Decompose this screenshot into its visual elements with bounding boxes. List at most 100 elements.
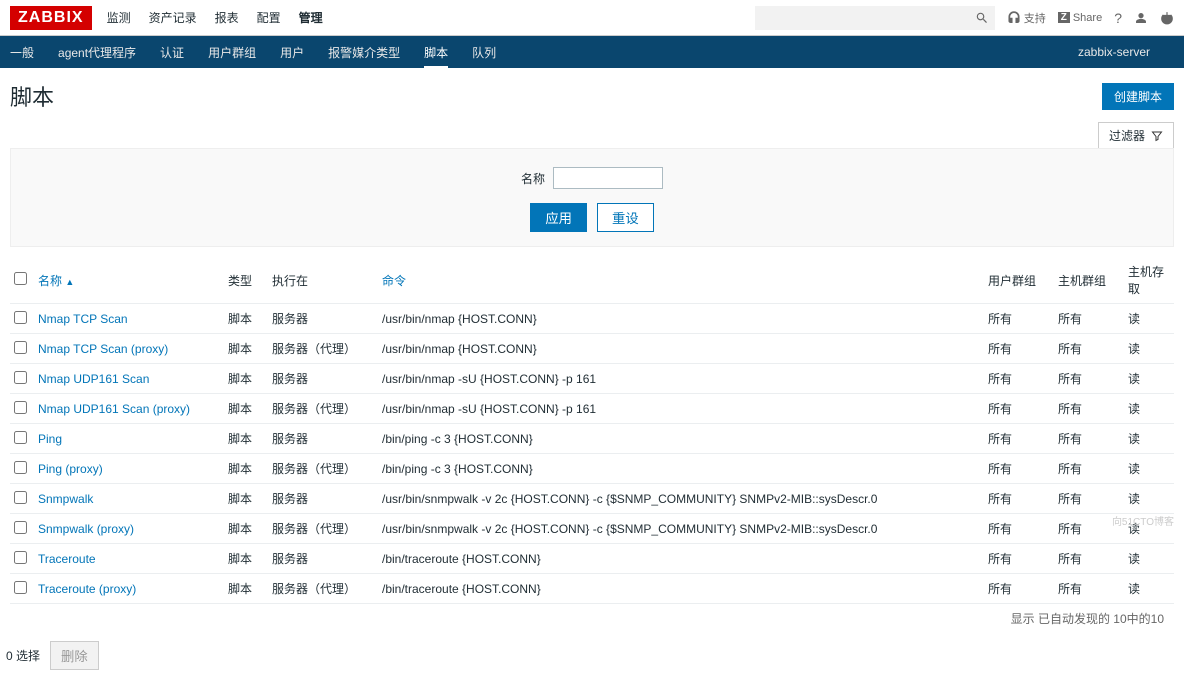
select-all-checkbox[interactable]	[14, 272, 27, 285]
table-row: Ping (proxy)脚本服务器（代理）/bin/ping -c 3 {HOS…	[10, 454, 1174, 484]
top-bar: ZABBIX 监测 资产记录 报表 配置 管理 支持 Z Share ?	[0, 0, 1184, 36]
filter-buttons: 应用 重设	[11, 203, 1173, 232]
main-nav-item[interactable]: 资产记录	[149, 9, 197, 26]
search-input[interactable]	[761, 11, 975, 25]
sort-asc-icon: ▲	[65, 277, 74, 287]
row-checkbox[interactable]	[14, 371, 27, 384]
watermark: 向51CTO博客	[1112, 513, 1174, 528]
delete-button[interactable]: 删除	[50, 641, 99, 670]
cell-hostgroup: 所有	[1054, 364, 1124, 394]
logout-link[interactable]	[1160, 11, 1174, 25]
create-script-button[interactable]: 创建脚本	[1102, 83, 1174, 110]
script-name-link[interactable]: Traceroute (proxy)	[38, 582, 136, 596]
reset-button[interactable]: 重设	[597, 203, 654, 232]
sub-nav-item[interactable]: 用户	[280, 36, 304, 69]
cell-type: 脚本	[224, 424, 268, 454]
cell-type: 脚本	[224, 394, 268, 424]
support-label: 支持	[1024, 10, 1046, 26]
row-checkbox[interactable]	[14, 431, 27, 444]
support-link[interactable]: 支持	[1007, 10, 1046, 26]
cell-usergroup: 所有	[984, 334, 1054, 364]
cell-cmd: /usr/bin/nmap -sU {HOST.CONN} -p 161	[378, 364, 984, 394]
help-link[interactable]: ?	[1114, 10, 1122, 26]
main-nav-item[interactable]: 监测	[107, 9, 131, 26]
cell-usergroup: 所有	[984, 544, 1054, 574]
sub-nav-item[interactable]: 报警媒介类型	[328, 36, 400, 69]
filter-icon	[1151, 130, 1163, 142]
cell-exec: 服务器（代理）	[268, 394, 378, 424]
cell-usergroup: 所有	[984, 514, 1054, 544]
selected-count: 0 选择	[6, 647, 40, 664]
cell-hostaccess: 读	[1124, 364, 1174, 394]
scripts-table-wrap: 名称 ▲ 类型 执行在 命令 用户群组 主机群组 主机存取 Nmap TCP S…	[0, 257, 1184, 633]
brand-logo[interactable]: ZABBIX	[10, 6, 92, 30]
row-checkbox[interactable]	[14, 311, 27, 324]
row-checkbox[interactable]	[14, 581, 27, 594]
cell-usergroup: 所有	[984, 304, 1054, 334]
apply-button[interactable]: 应用	[530, 203, 587, 232]
script-name-link[interactable]: Nmap UDP161 Scan (proxy)	[38, 402, 190, 416]
main-nav-item[interactable]: 管理	[299, 9, 323, 26]
script-name-link[interactable]: Ping (proxy)	[38, 462, 103, 476]
sub-nav-item[interactable]: 认证	[160, 36, 184, 69]
cell-hostaccess: 读	[1124, 424, 1174, 454]
scripts-table: 名称 ▲ 类型 执行在 命令 用户群组 主机群组 主机存取 Nmap TCP S…	[10, 257, 1174, 604]
table-row: Snmpwalk脚本服务器/usr/bin/snmpwalk -v 2c {HO…	[10, 484, 1174, 514]
cell-hostgroup: 所有	[1054, 304, 1124, 334]
cell-usergroup: 所有	[984, 574, 1054, 604]
cell-hostaccess: 读	[1124, 334, 1174, 364]
headset-icon	[1007, 11, 1021, 25]
cell-exec: 服务器（代理）	[268, 454, 378, 484]
filter-tab[interactable]: 过滤器	[1098, 122, 1174, 148]
table-row: Nmap UDP161 Scan (proxy) 脚本服务器（代理）/usr/bi…	[10, 394, 1174, 424]
script-name-link[interactable]: Snmpwalk	[38, 492, 93, 506]
table-row: Nmap UDP161 Scan脚本服务器/usr/bin/nmap -sU {…	[10, 364, 1174, 394]
main-nav-item[interactable]: 报表	[215, 9, 239, 26]
table-row: Nmap TCP Scan脚本服务器/usr/bin/nmap {HOST.CO…	[10, 304, 1174, 334]
topbar-right: 支持 Z Share ?	[755, 6, 1174, 30]
col-cmd-header[interactable]: 命令	[382, 274, 406, 288]
row-checkbox[interactable]	[14, 401, 27, 414]
global-search[interactable]	[755, 6, 995, 30]
cell-cmd: /usr/bin/nmap -sU {HOST.CONN} -p 161	[378, 394, 984, 424]
cell-hostgroup: 所有	[1054, 454, 1124, 484]
cell-exec: 服务器（代理）	[268, 514, 378, 544]
cell-exec: 服务器	[268, 364, 378, 394]
sub-nav-item[interactable]: 用户群组	[208, 36, 256, 69]
main-nav-item[interactable]: 配置	[257, 9, 281, 26]
row-checkbox[interactable]	[14, 461, 27, 474]
script-name-link[interactable]: Nmap UDP161 Scan	[38, 372, 149, 386]
z-icon: Z	[1058, 12, 1070, 23]
cell-hostaccess: 读	[1124, 304, 1174, 334]
cell-hostgroup: 所有	[1054, 484, 1124, 514]
cell-hostaccess: 读	[1124, 484, 1174, 514]
sub-nav-item[interactable]: 脚本	[424, 36, 448, 69]
sub-nav-item[interactable]: 队列	[472, 36, 496, 69]
col-name-header[interactable]: 名称 ▲	[38, 274, 74, 288]
row-checkbox[interactable]	[14, 551, 27, 564]
cell-hostaccess: 读	[1124, 394, 1174, 424]
search-icon[interactable]	[975, 11, 989, 25]
cell-usergroup: 所有	[984, 364, 1054, 394]
row-checkbox[interactable]	[14, 491, 27, 504]
row-checkbox[interactable]	[14, 521, 27, 534]
row-checkbox[interactable]	[14, 341, 27, 354]
script-name-link[interactable]: Snmpwalk (proxy)	[38, 522, 134, 536]
sub-nav-item[interactable]: 一般	[10, 36, 34, 69]
main-nav: 监测 资产记录 报表 配置 管理	[107, 9, 323, 26]
script-name-link[interactable]: Traceroute	[38, 552, 96, 566]
cell-type: 脚本	[224, 544, 268, 574]
cell-usergroup: 所有	[984, 454, 1054, 484]
cell-type: 脚本	[224, 514, 268, 544]
cell-type: 脚本	[224, 334, 268, 364]
script-name-link[interactable]: Nmap TCP Scan	[38, 312, 128, 326]
cell-exec: 服务器	[268, 424, 378, 454]
share-link[interactable]: Z Share	[1058, 12, 1102, 24]
sub-nav-item[interactable]: agent代理程序	[58, 36, 136, 69]
table-row: Nmap TCP Scan (proxy)脚本服务器（代理）/usr/bin/n…	[10, 334, 1174, 364]
script-name-link[interactable]: Nmap TCP Scan (proxy)	[38, 342, 168, 356]
cell-usergroup: 所有	[984, 394, 1054, 424]
filter-name-input[interactable]	[553, 167, 663, 189]
user-link[interactable]	[1134, 11, 1148, 25]
script-name-link[interactable]: Ping	[38, 432, 62, 446]
